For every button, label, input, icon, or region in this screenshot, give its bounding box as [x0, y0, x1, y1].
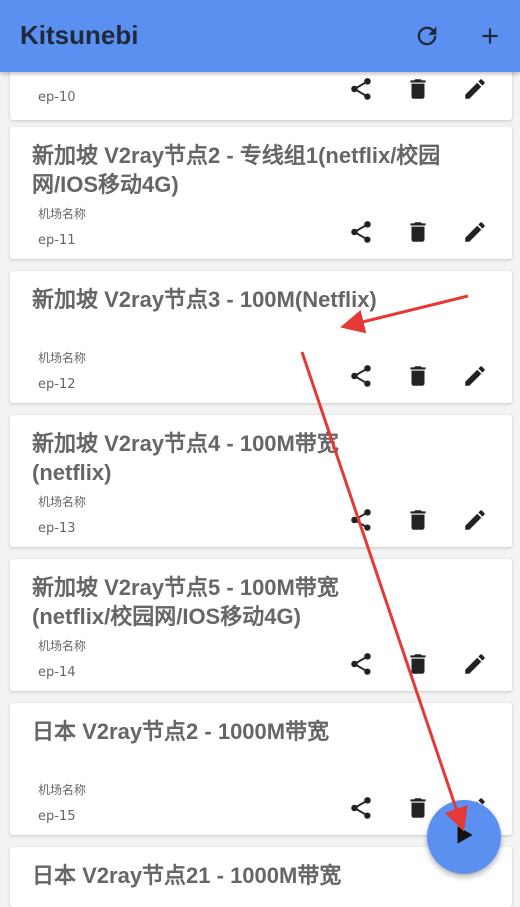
refresh-icon[interactable] [409, 18, 445, 54]
share-icon[interactable] [346, 361, 376, 391]
server-list: ep-10 新加坡 V2ray节点2 - 专线组1(netflix/校园网/IO… [0, 0, 520, 907]
server-ep: ep-10 [38, 90, 76, 105]
add-icon[interactable] [472, 18, 508, 54]
server-group: 机场名称 [38, 351, 87, 365]
edit-icon[interactable] [460, 361, 490, 391]
server-name: 新加坡 V2ray节点3 - 100M(Netflix) [32, 287, 377, 312]
share-icon[interactable] [346, 74, 376, 104]
server-card[interactable]: 新加坡 V2ray节点4 - 100M带宽(netflix) 机场名称 ep-1… [10, 415, 512, 547]
share-icon[interactable] [346, 649, 376, 679]
delete-icon[interactable] [403, 361, 433, 391]
edit-icon[interactable] [460, 217, 490, 247]
server-name: 日本 V2ray节点21 - 1000M带宽 [32, 863, 342, 888]
play-icon [451, 822, 477, 852]
server-card[interactable]: 新加坡 V2ray节点2 - 专线组1(netflix/校园网/IOS移动4G)… [10, 127, 512, 259]
server-card[interactable]: 新加坡 V2ray节点5 - 100M带宽(netflix/校园网/IOS移动4… [10, 559, 512, 691]
server-name: 新加坡 V2ray节点4 - 100M带宽(netflix) [32, 431, 339, 485]
server-name: 新加坡 V2ray节点2 - 专线组1(netflix/校园网/IOS移动4G) [32, 143, 441, 197]
server-name: 新加坡 V2ray节点5 - 100M带宽(netflix/校园网/IOS移动4… [32, 575, 339, 629]
server-group: 机场名称 [38, 207, 87, 221]
server-ep: ep-13 [38, 521, 76, 536]
delete-icon[interactable] [403, 649, 433, 679]
delete-icon[interactable] [403, 217, 433, 247]
server-ep: ep-11 [38, 233, 76, 248]
server-ep: ep-14 [38, 665, 76, 680]
edit-icon[interactable] [460, 505, 490, 535]
server-ep: ep-15 [38, 809, 76, 824]
server-ep: ep-12 [38, 377, 76, 392]
app-title: Kitsunebi [20, 20, 139, 50]
server-card[interactable]: 新加坡 V2ray节点3 - 100M(Netflix) 机场名称 ep-12 [10, 271, 512, 403]
server-name: 日本 V2ray节点2 - 1000M带宽 [32, 719, 330, 744]
share-icon[interactable] [346, 217, 376, 247]
server-group: 机场名称 [38, 639, 87, 653]
share-icon[interactable] [346, 505, 376, 535]
edit-icon[interactable] [460, 649, 490, 679]
start-fab-button[interactable] [427, 800, 501, 874]
server-group: 机场名称 [38, 783, 87, 797]
share-icon[interactable] [346, 793, 376, 823]
delete-icon[interactable] [403, 74, 433, 104]
app-bar: Kitsunebi [0, 0, 520, 72]
edit-icon[interactable] [460, 74, 490, 104]
delete-icon[interactable] [403, 505, 433, 535]
server-group: 机场名称 [38, 495, 87, 509]
delete-icon[interactable] [403, 793, 433, 823]
